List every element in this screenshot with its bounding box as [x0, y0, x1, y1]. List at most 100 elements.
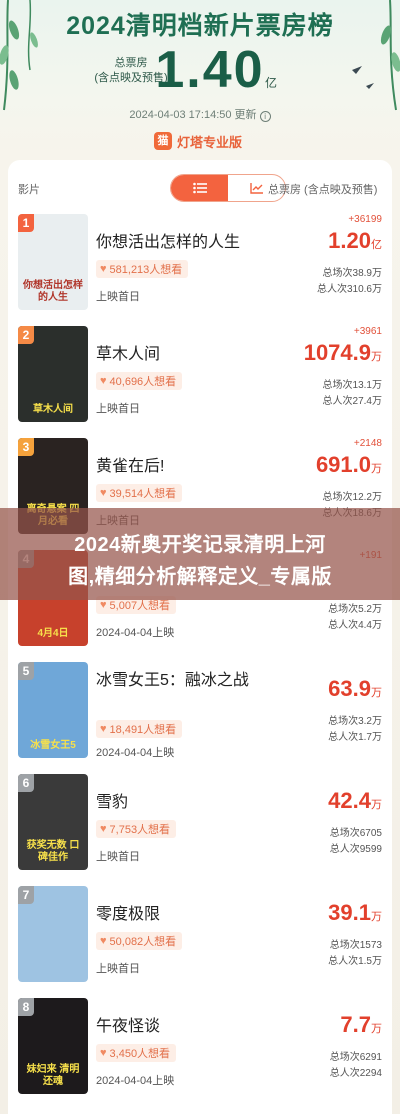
movie-title[interactable]: 冰雪女王5：融冰之战 — [96, 670, 256, 692]
total-sessions: 总场次6705 — [329, 828, 382, 839]
box-office-value: 1.20亿 — [328, 228, 382, 254]
update-timestamp: 2024-04-03 17:14:50 更新 i — [0, 106, 400, 122]
box-office-unit: 亿 — [371, 239, 382, 251]
movie-title[interactable]: 零度极限 — [96, 900, 160, 924]
want-to-see-count: 18,491人想看 — [109, 724, 177, 736]
heart-icon: ♥ — [100, 723, 107, 735]
movie-title[interactable]: 午夜怪谈 — [96, 1012, 160, 1036]
movie-poster[interactable]: 2 草木人间 — [18, 326, 88, 422]
rank-badge: 5 — [18, 662, 34, 680]
info-icon[interactable]: i — [259, 111, 271, 122]
box-office-number: 63.9 — [328, 676, 371, 701]
movie-poster[interactable]: 5 冰雪女王5 — [18, 662, 88, 758]
heart-icon: ♥ — [100, 487, 107, 499]
want-to-see-count: 39,514人想看 — [109, 488, 177, 500]
movie-poster[interactable]: 6 获奖无数 口碑佳作 — [18, 774, 88, 870]
movie-row[interactable]: 8 妹妇来 清明还魂 午夜怪谈 ♥ 3,450人想看 2024-04-04上映 7.7万总场… — [8, 998, 392, 1110]
total-sessions: 总场次1573 — [329, 940, 382, 951]
total-admissions: 总人次310.6万 — [316, 284, 382, 295]
box-office-unit: 万 — [371, 1023, 382, 1035]
movie-poster[interactable]: 8 妹妇来 清明还魂 — [18, 998, 88, 1094]
box-office-delta: +2148 — [353, 438, 382, 449]
total-sessions: 总场次3.2万 — [328, 716, 382, 727]
release-status: 2024-04-04上映 — [96, 627, 175, 639]
box-office-delta: +3961 — [353, 326, 382, 337]
movie-title[interactable]: 黄雀在后! — [96, 452, 164, 476]
want-to-see-badge: ♥ 18,491人想看 — [96, 720, 183, 738]
movie-row[interactable]: 5 冰雪女王5 冰雪女王5：融冰之战 ♥ 18,491人想看 2024-04-04上映 63… — [8, 662, 392, 774]
total-box-office-value: 1.40 — [155, 41, 265, 99]
movie-title[interactable]: 你想活出怎样的人生 — [96, 228, 240, 252]
brand-name: 灯塔专业版 — [177, 134, 243, 150]
total-admissions: 总人次1.7万 — [328, 732, 382, 743]
total-sessions: 总场次5.2万 — [328, 604, 382, 615]
page-title: 2024清明档新片票房榜 — [66, 12, 334, 40]
movie-title[interactable]: 草木人间 — [96, 340, 160, 364]
want-to-see-count: 3,450人想看 — [109, 1048, 171, 1060]
box-office-number: 1.20 — [328, 228, 371, 253]
want-to-see-badge: ♥ 39,514人想看 — [96, 484, 183, 502]
poster-caption: 冰雪女王5 — [30, 740, 76, 751]
heart-icon: ♥ — [100, 935, 107, 947]
rank-badge: 6 — [18, 774, 34, 792]
movie-row[interactable]: 7 零度极限 ♥ 50,082人想看 上映首日 39.1万 总场次1573 总人次1.5万 — [8, 886, 392, 998]
rank-badge: 1 — [18, 214, 34, 232]
poster-caption: 获奖无数 口碑佳作 — [26, 840, 80, 863]
movie-poster[interactable]: 1 你想活出怎样的人生 — [18, 214, 88, 310]
release-status: 上映首日 — [96, 403, 140, 415]
box-office-value: 1074.9万 — [304, 340, 382, 366]
box-office-number: 691.0 — [315, 452, 371, 477]
total-sessions: 总场次13.1万 — [322, 380, 382, 391]
box-office-unit: 万 — [371, 687, 382, 699]
want-to-see-count: 581,213人想看 — [109, 264, 183, 276]
release-status: 2024-04-04上映 — [96, 747, 175, 759]
box-office-value: 39.1万 — [328, 900, 382, 926]
brand-logo-icon: 猫 — [154, 132, 172, 150]
release-status: 上映首日 — [96, 291, 140, 303]
want-to-see-badge: ♥ 40,696人想看 — [96, 372, 183, 390]
box-office-number: 39.1 — [328, 900, 371, 925]
heart-icon: ♥ — [100, 1047, 107, 1059]
poster-caption: 草木人间 — [33, 404, 73, 415]
total-sessions: 总场次38.9万 — [322, 268, 382, 279]
release-status: 2024-04-04上映 — [96, 1075, 175, 1087]
box-office-value: 7.7万 — [340, 1012, 382, 1038]
movie-poster[interactable]: 7 — [18, 886, 88, 982]
box-office-unit: 万 — [371, 463, 382, 475]
total-column-label: 总票房 (含点映及预售) — [268, 184, 378, 196]
want-to-see-badge: ♥ 581,213人想看 — [96, 260, 189, 278]
banner-line-1: 2024新奥开奖记录清明上河 — [74, 534, 326, 556]
total-admissions: 总人次4.4万 — [328, 620, 382, 631]
box-office-value: 42.4万 — [328, 788, 382, 814]
list-header: 影片 总票房 (含点映及预售) — [8, 160, 392, 206]
want-to-see-badge: ♥ 50,082人想看 — [96, 932, 183, 950]
total-admissions: 总人次27.4万 — [322, 396, 382, 407]
heart-icon: ♥ — [100, 375, 107, 387]
want-to-see-count: 50,082人想看 — [109, 936, 177, 948]
movie-title[interactable]: 雪豹 — [96, 788, 128, 812]
release-status: 上映首日 — [96, 851, 140, 863]
box-office-value: 691.0万 — [316, 452, 382, 478]
total-sessions: 总场次12.2万 — [322, 492, 382, 503]
poster-caption: 你想活出怎样的人生 — [23, 280, 83, 303]
poster-caption: 妹妇来 清明还魂 — [26, 1064, 80, 1087]
heart-icon: ♥ — [100, 263, 107, 275]
rank-badge: 8 — [18, 998, 34, 1016]
list-icon — [192, 182, 207, 194]
movie-row[interactable]: 2 草木人间 草木人间 ♥ 40,696人想看 上映首日 +3961 1074.9万 总场次13… — [8, 326, 392, 438]
brand: 猫 灯塔专业版 — [154, 130, 242, 152]
total-sessions: 总场次6291 — [329, 1052, 382, 1063]
want-to-see-badge: ♥ 7,753人想看 — [96, 820, 177, 838]
release-status: 上映首日 — [96, 963, 140, 975]
movie-row[interactable]: 1 你想活出怎样的人生 你想活出怎样的人生 ♥ 581,213人想看 上映首日 +36199… — [8, 214, 392, 326]
box-office-delta: +36199 — [348, 214, 382, 225]
movie-row[interactable]: 6 获奖无数 口碑佳作 雪豹 ♥ 7,753人想看 上映首日 42.4万 总场次6705 总人次… — [8, 774, 392, 886]
overlay-banner: 2024新奥开奖记录清明上河 图,精细分析解释定义_专属版 — [0, 508, 400, 600]
hero-header: 2024清明档新片票房榜 总票房 (含点映及预售) 1.40 亿 2024-04… — [0, 0, 400, 160]
film-column-label: 影片 — [18, 184, 40, 196]
list-view-button[interactable] — [171, 175, 228, 201]
rank-badge: 2 — [18, 326, 34, 344]
box-office-number: 42.4 — [328, 788, 371, 813]
box-office-number: 7.7 — [340, 1012, 371, 1037]
total-admissions: 总人次2294 — [329, 1068, 382, 1079]
